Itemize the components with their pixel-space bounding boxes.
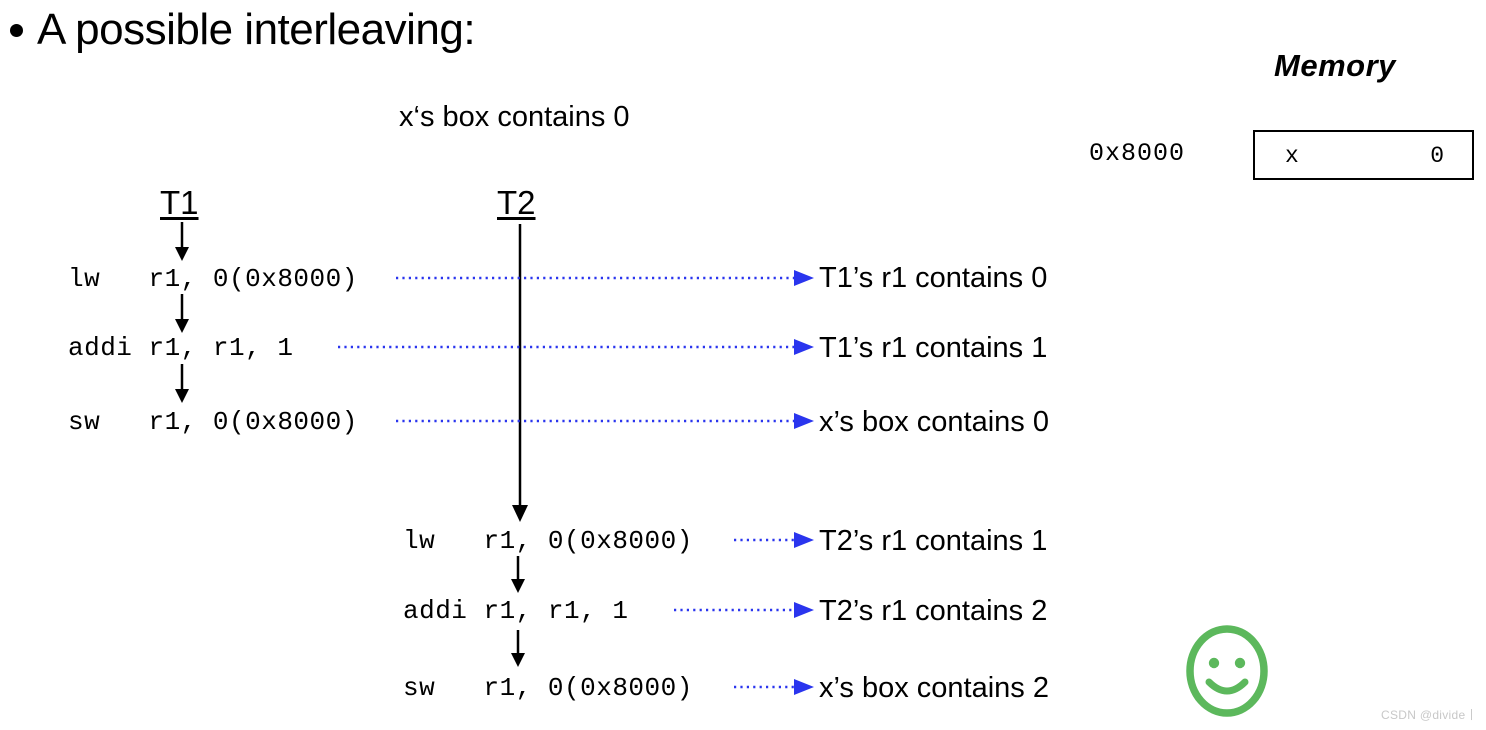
annotation-2: T1’s r1 contains 1 (819, 332, 1048, 364)
t2-instruction-2: addi r1, r1, 1 (403, 596, 629, 626)
annotation-5: T2’s r1 contains 2 (819, 595, 1048, 627)
slide-canvas: A possible interleaving: Memory 0x8000 x… (0, 0, 1486, 730)
t2-instruction-1: lw r1, 0(0x8000) (403, 526, 693, 556)
memory-heading: Memory (1274, 48, 1396, 83)
annotation-1: T1’s r1 contains 0 (819, 262, 1048, 294)
bullet-dot-icon (10, 23, 23, 37)
connector-line-3 (396, 413, 814, 429)
t1-flow-arrow-1 (175, 222, 189, 261)
thread-header-t2: T2 (497, 184, 536, 221)
csdn-watermark: CSDN @divide丨 (1381, 708, 1478, 722)
t1-instruction-2: addi r1, r1, 1 (68, 333, 294, 363)
annotation-3: x’s box contains 0 (819, 406, 1049, 438)
memory-var-value: 0 (1430, 143, 1444, 169)
connector-line-1 (396, 270, 814, 286)
t1-flow-arrow-2 (175, 294, 189, 333)
title-bullet-row: A possible interleaving: (10, 5, 476, 54)
thread-header-t1: T1 (160, 184, 199, 221)
t2-instruction-3: sw r1, 0(0x8000) (403, 673, 693, 703)
t2-flow-arrow-1 (511, 556, 525, 593)
initial-state-note: x‘s box contains 0 (399, 101, 630, 133)
connector-line-4 (734, 532, 814, 548)
memory-var-name: x (1285, 143, 1299, 169)
t1-instruction-1: lw r1, 0(0x8000) (68, 264, 358, 294)
t1-flow-arrow-3 (175, 364, 189, 403)
t1-instruction-3: sw r1, 0(0x8000) (68, 407, 358, 437)
t2-flow-arrow-2 (511, 630, 525, 667)
memory-cell-box: x 0 (1253, 130, 1474, 180)
page-title: A possible interleaving: (37, 5, 476, 54)
smiley-face-icon (1186, 625, 1268, 717)
annotation-6: x’s box contains 2 (819, 672, 1049, 704)
memory-address-label: 0x8000 (1089, 139, 1186, 168)
connector-line-6 (734, 679, 814, 695)
connector-line-2 (338, 339, 814, 355)
connector-line-5 (674, 602, 814, 618)
annotation-4: T2’s r1 contains 1 (819, 525, 1048, 557)
